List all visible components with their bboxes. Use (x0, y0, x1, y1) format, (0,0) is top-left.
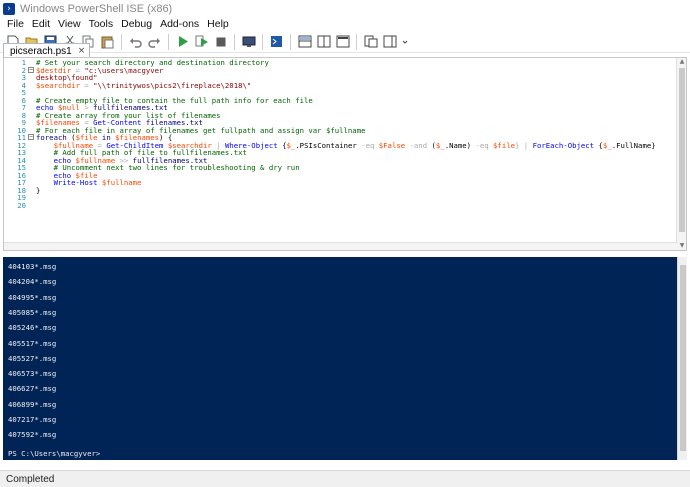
code-line[interactable]: Write-Host $fullname (36, 178, 142, 187)
console-output-line: 404995*.msg (8, 292, 57, 302)
code-token: = (79, 80, 94, 90)
close-icon[interactable]: × (78, 46, 86, 56)
menu-file[interactable]: File (3, 18, 28, 30)
menu-tools[interactable]: Tools (85, 18, 118, 30)
menu-help[interactable]: Help (203, 18, 233, 30)
status-text: Completed (6, 473, 55, 485)
code-token: -eq (475, 140, 494, 150)
console-pane[interactable]: 404103*.msg 404204*.msg 404995*.msg 405085*… (3, 257, 687, 460)
code-token: } | (515, 140, 533, 150)
menu-addons[interactable]: Add-ons (156, 18, 203, 30)
title-bar: › Windows PowerShell ISE (x86) (0, 0, 690, 17)
status-bar: Completed (0, 470, 690, 487)
menu-edit[interactable]: Edit (28, 18, 54, 30)
line-number: 20 (17, 200, 26, 210)
code-token: Write-Host (53, 178, 102, 187)
scroll-thumb[interactable] (680, 265, 686, 451)
console-output-line: 405517*.msg (8, 338, 57, 348)
code-token: "\\trinitywos\pics2\fireplace\2018\" (93, 80, 252, 90)
editor-vertical-scrollbar[interactable]: ▲ ▼ (676, 58, 686, 250)
menu-bar: File Edit View Tools Debug Add-ons Help (0, 17, 690, 31)
fold-toggle-icon[interactable]: − (28, 134, 34, 140)
code-token: $searchdir (36, 80, 80, 90)
window-title: Windows PowerShell ISE (x86) (20, 2, 173, 15)
console-vertical-scrollbar[interactable] (677, 257, 687, 460)
console-output-line: 404103*.msg (8, 262, 57, 271)
console-output-line: 406899*.msg (8, 399, 57, 409)
code-token: $False (378, 140, 406, 150)
console-output-line: 406627*.msg (8, 384, 57, 394)
code-token: -eq (361, 140, 379, 150)
line-number-gutter: 1 2 3 4 5 6 7 8 9 10 11 12 13 14 15 16 17 18 19 20 (4, 58, 28, 250)
tab-strip: picserach.ps1 × (0, 41, 690, 58)
code-line[interactable]: $searchdir = "\\trinitywos\pics2\firepla… (36, 80, 252, 90)
code-line[interactable]: } (36, 185, 41, 195)
fold-toggle-icon[interactable]: − (28, 67, 34, 73)
code-token: } (36, 185, 41, 195)
console-output-line: 404204*.msg (8, 277, 57, 287)
console-prompt[interactable]: PS C:\Users\macgyver> (8, 449, 100, 458)
script-editor[interactable]: 1 2 3 4 5 6 7 8 9 10 11 12 13 14 15 16 17 18 19 20 − − # Se… (3, 57, 687, 251)
code-token: -and (405, 140, 432, 150)
code-token: $fullname (101, 178, 142, 187)
fold-margin: − − (28, 58, 34, 250)
code-token: $file (493, 140, 515, 150)
scroll-down-icon[interactable]: ▼ (677, 242, 686, 250)
code-token: $_ (286, 140, 296, 150)
scroll-up-icon[interactable]: ▲ (677, 58, 686, 66)
scroll-thumb[interactable] (679, 68, 685, 232)
code-token: ForEach-Object (532, 140, 599, 150)
console-output-line: 405246*.msg (8, 323, 57, 333)
editor-horizontal-scrollbar[interactable] (4, 242, 678, 250)
code-token: .PSIsContainer (295, 140, 362, 150)
console-output-line: 406573*.msg (8, 369, 57, 379)
tab-label: picserach.ps1 (10, 45, 72, 57)
console-output-line: 407592*.msg (8, 430, 57, 440)
console-output-line: 405085*.msg (8, 307, 57, 317)
menu-view[interactable]: View (54, 18, 85, 30)
powershell-icon: › (3, 2, 15, 15)
console-output-line: 407217*.msg (8, 415, 57, 424)
code-token: .FullName} (611, 140, 656, 150)
code-token: $_ (602, 140, 612, 150)
console-output-line: 405527*.msg (8, 353, 57, 363)
code-token: $_ (435, 140, 445, 150)
tab-script[interactable]: picserach.ps1 × (3, 43, 91, 58)
code-token: .Name) (444, 140, 476, 150)
menu-debug[interactable]: Debug (117, 18, 156, 30)
